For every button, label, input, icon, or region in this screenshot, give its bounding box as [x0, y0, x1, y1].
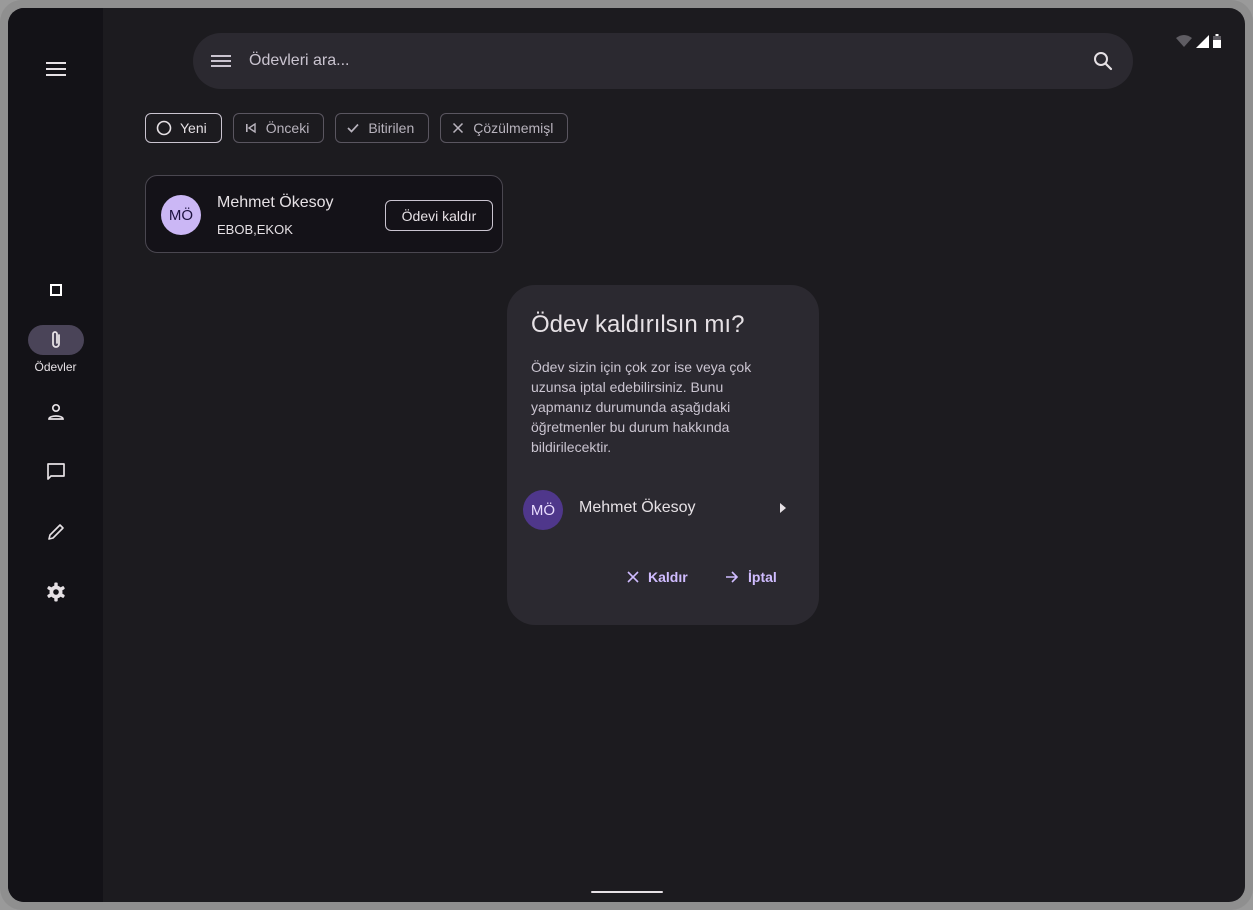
search-bar[interactable]: Ödevleri ara...: [193, 33, 1133, 89]
pencil-icon: [48, 524, 64, 540]
menu-icon[interactable]: [211, 49, 231, 73]
nav-assignments[interactable]: [28, 325, 84, 355]
filter-chips: Yeni Önceki Bitirilen Çözülmemişl: [145, 113, 569, 143]
navigation-rail: Ödevler: [8, 8, 103, 902]
chip-label: Çözülmemişl: [473, 120, 554, 136]
confirm-remove-label: Kaldır: [648, 569, 688, 585]
device-frame: Ödevler Ödevleri ara... Yeni Önceki Biti…: [0, 0, 1253, 910]
teacher-list-item[interactable]: Mehmet Ökesoy: [579, 499, 695, 517]
signal-icon: [1196, 34, 1209, 48]
app-screen: Ödevler Ödevleri ara... Yeni Önceki Biti…: [8, 8, 1245, 902]
gear-icon: [47, 582, 65, 602]
battery-icon: [1213, 34, 1221, 48]
dialog-body: Ödev sizin için çok zor ise veya çok uzu…: [531, 359, 752, 455]
nav-profile[interactable]: [28, 397, 84, 427]
teacher-name: Mehmet Ökesoy: [217, 194, 334, 211]
chip-label: Yeni: [180, 120, 207, 136]
chip-new[interactable]: Yeni: [145, 113, 222, 143]
paperclip-icon: [52, 331, 60, 348]
nav-assignments-label: Ödevler: [34, 360, 77, 374]
cancel-label: İptal: [748, 569, 777, 585]
chat-icon: [47, 463, 65, 480]
circle-icon: [156, 120, 172, 136]
nav-edit[interactable]: [28, 517, 84, 547]
arrow-forward-icon: [726, 571, 739, 583]
square-icon: [50, 284, 62, 296]
close-icon: [627, 571, 639, 583]
chip-label: Bitirilen: [368, 120, 415, 136]
confirm-remove-button[interactable]: Kaldır: [627, 569, 688, 585]
status-bar: [1176, 34, 1221, 48]
avatar: MÖ: [161, 195, 201, 235]
teacher-avatar: MÖ: [523, 490, 563, 530]
home-indicator[interactable]: [591, 891, 663, 893]
arrow-right-icon[interactable]: [779, 503, 787, 513]
assignment-card[interactable]: MÖ Mehmet Ökesoy EBOB,EKOK Ödevi kaldır: [145, 175, 503, 253]
close-icon: [453, 122, 464, 134]
remove-dialog: Ödev kaldırılsın mı? Ödev sizin için çok…: [507, 285, 819, 625]
check-icon: [347, 123, 359, 133]
chip-previous[interactable]: Önceki: [232, 113, 325, 143]
wifi-icon: [1176, 35, 1192, 47]
menu-icon: [46, 62, 66, 76]
remove-assignment-button[interactable]: Ödevi kaldır: [385, 200, 493, 231]
skip-previous-icon: [245, 122, 256, 134]
menu-button[interactable]: [28, 54, 84, 84]
assignment-topic: EBOB,EKOK: [217, 222, 293, 237]
search-icon[interactable]: [1091, 49, 1115, 73]
chip-finished[interactable]: Bitirilen: [335, 113, 430, 143]
chip-unsolved[interactable]: Çözülmemişl: [440, 113, 569, 143]
nav-messages[interactable]: [28, 457, 84, 487]
chip-label: Önceki: [265, 120, 310, 136]
dialog-title: Ödev kaldırılsın mı?: [531, 311, 745, 338]
square-nav-button[interactable]: [28, 275, 84, 305]
search-input[interactable]: Ödevleri ara...: [249, 52, 349, 70]
cancel-button[interactable]: İptal: [725, 569, 777, 585]
person-icon: [48, 403, 64, 420]
nav-settings[interactable]: [28, 577, 84, 607]
